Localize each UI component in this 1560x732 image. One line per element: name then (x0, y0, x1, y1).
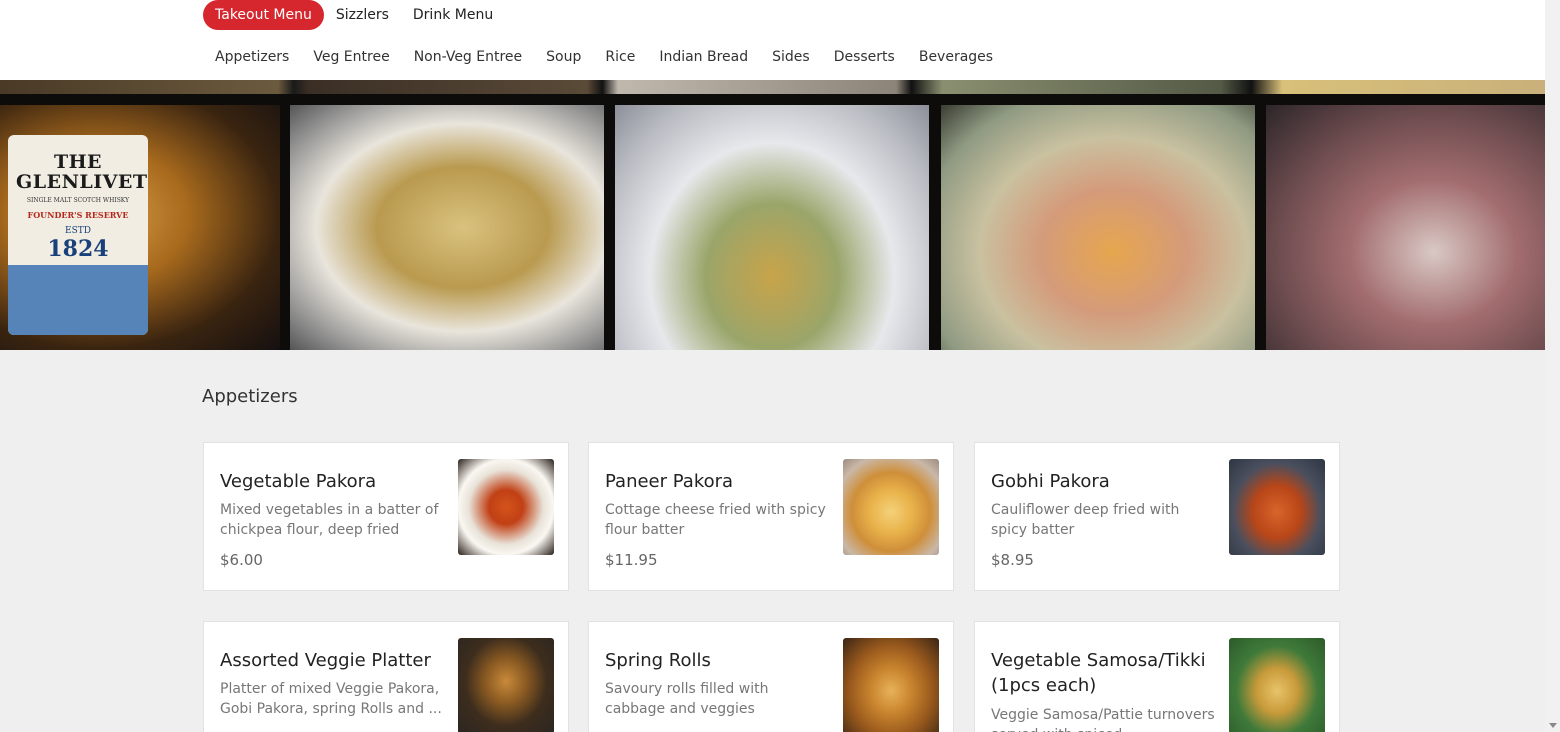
menu-tabs: Takeout Menu Sizzlers Drink Menu (203, 0, 505, 30)
category-rice[interactable]: Rice (593, 49, 647, 65)
item-image (458, 459, 554, 555)
scroll-down-arrow-icon[interactable] (1549, 723, 1557, 728)
item-description: Savoury rolls filled with cabbage and ve… (605, 681, 769, 717)
site-header: Takeout Menu Sizzlers Drink Menu Appetiz… (0, 0, 1545, 80)
item-image (843, 459, 939, 555)
bottle-label-blue-band (8, 265, 148, 335)
category-beverages[interactable]: Beverages (907, 49, 1005, 65)
category-veg-entree[interactable]: Veg Entree (301, 49, 401, 65)
bottle-label-title-1: THE (53, 151, 103, 173)
menu-item-card[interactable]: Paneer Pakora Cottage cheese fried with … (588, 442, 954, 591)
item-price: $6.00 (220, 551, 263, 569)
bottle-label-year: 1824 (47, 235, 109, 262)
tab-takeout-menu[interactable]: Takeout Menu (203, 0, 324, 30)
menu-item-card[interactable]: Vegetable Pakora Mixed vegetables in a b… (203, 442, 569, 591)
item-description: Platter of mixed Veggie Pakora, Gobi Pak… (220, 681, 442, 717)
item-price: $8.95 (991, 551, 1034, 569)
item-image (1229, 459, 1325, 555)
hero-image-naan (290, 105, 604, 350)
section-title-appetizers: Appetizers (202, 386, 298, 407)
item-price: $11.95 (605, 551, 658, 569)
hero-top-strip (0, 80, 1545, 94)
hero-banner: THE GLENLIVET SINGLE MALT SCOTCH WHISKY … (0, 80, 1545, 350)
bottle-label: THE GLENLIVET SINGLE MALT SCOTCH WHISKY … (8, 135, 148, 335)
page-scrollbar[interactable] (1545, 0, 1560, 732)
tab-drink-menu[interactable]: Drink Menu (401, 0, 505, 30)
category-indian-bread[interactable]: Indian Bread (647, 49, 760, 65)
item-name: Spring Rolls (605, 650, 711, 671)
item-description: Cottage cheese fried with spicy flour ba… (605, 502, 826, 538)
bottle-label-title-2: GLENLIVET (16, 170, 148, 193)
hero-image-whisky: THE GLENLIVET SINGLE MALT SCOTCH WHISKY … (0, 105, 280, 350)
item-image (1229, 638, 1325, 732)
item-name: Vegetable Samosa/Tikki (1pcs each) (991, 650, 1206, 696)
hero-image-pouring (1266, 105, 1545, 350)
category-appetizers[interactable]: Appetizers (203, 49, 301, 65)
item-description: Mixed vegetables in a batter of chickpea… (220, 502, 439, 538)
item-image (458, 638, 554, 732)
category-desserts[interactable]: Desserts (822, 49, 907, 65)
menu-item-card[interactable]: Vegetable Samosa/Tikki (1pcs each) Veggi… (974, 621, 1340, 732)
bottle-label-subtitle: SINGLE MALT SCOTCH WHISKY (26, 196, 130, 204)
menu-item-card[interactable]: Spring Rolls Savoury rolls filled with c… (588, 621, 954, 732)
bottle-label-reserve: FOUNDER'S RESERVE (27, 209, 129, 220)
category-sides[interactable]: Sides (760, 49, 822, 65)
item-name: Assorted Veggie Platter (220, 650, 431, 671)
bottle-label-estd: ESTD (65, 225, 91, 236)
item-image (843, 638, 939, 732)
category-nav: Appetizers Veg Entree Non-Veg Entree Sou… (203, 44, 1005, 70)
hero-image-hand-food (941, 105, 1255, 350)
item-description: Veggie Samosa/Pattie turnovers served wi… (991, 707, 1215, 732)
tab-sizzlers[interactable]: Sizzlers (324, 0, 401, 30)
hero-image-chaat (615, 105, 929, 350)
category-non-veg-entree[interactable]: Non-Veg Entree (402, 49, 534, 65)
item-description: Cauliflower deep fried with spicy batter (991, 502, 1180, 538)
item-name: Paneer Pakora (605, 471, 734, 492)
menu-item-card[interactable]: Assorted Veggie Platter Platter of mixed… (203, 621, 569, 732)
item-name: Vegetable Pakora (220, 471, 377, 492)
menu-item-card[interactable]: Gobhi Pakora Cauliflower deep fried with… (974, 442, 1340, 591)
category-soup[interactable]: Soup (534, 49, 593, 65)
item-name: Gobhi Pakora (991, 471, 1110, 492)
